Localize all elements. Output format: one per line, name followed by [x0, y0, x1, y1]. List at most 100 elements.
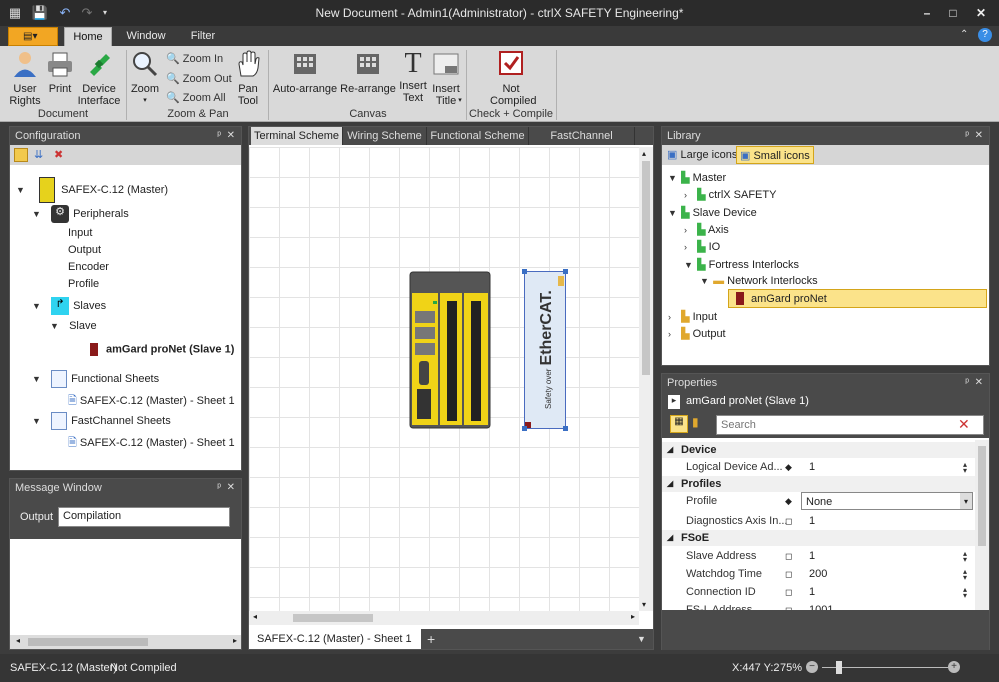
spinner-icon[interactable]: ▴ ▾ [963, 461, 967, 475]
prop-connection-id[interactable]: Connection ID ◻ 1 ▴ ▾ [662, 583, 989, 601]
collapse-arrow-icon[interactable]: ◢ [667, 442, 673, 458]
zoom-slider-thumb[interactable] [836, 661, 842, 674]
zoom-out-button[interactable]: 🔍 Zoom Out [166, 72, 232, 85]
pin-close-icons[interactable]: ᵖ ✕ [965, 127, 983, 145]
large-icons-button[interactable]: ▣ Large icons [664, 147, 740, 163]
lib-master[interactable]: ▼ ▙ Master [668, 171, 726, 184]
file-menu-button[interactable]: ▤▾ [8, 27, 58, 46]
collapse-arrow-icon[interactable]: ▼ [684, 260, 694, 270]
expand-arrow-icon[interactable]: › [684, 242, 694, 252]
scroll-down-icon[interactable]: ▾ [642, 600, 646, 609]
categorized-view-icon[interactable]: ▦ [670, 415, 688, 433]
spinner-icon[interactable]: ▴ ▾ [963, 586, 967, 600]
zoom-button[interactable]: Zoom ▾ [129, 50, 161, 107]
user-rights-button[interactable]: User Rights [6, 50, 44, 107]
collapse-arrow-icon[interactable]: ▼ [668, 208, 678, 218]
tool-icon-3[interactable]: ✖ [54, 148, 68, 162]
tab-functional-scheme[interactable]: Functional Scheme [427, 127, 529, 145]
scroll-thumb[interactable] [978, 446, 986, 546]
scroll-thumb[interactable] [293, 614, 373, 622]
category-fsoe[interactable]: ◢ FSoE [662, 530, 975, 546]
tree-peripherals[interactable]: ▼ ⚙ Peripherals [32, 205, 129, 223]
insert-text-button[interactable]: T Insert Text [398, 50, 428, 105]
resize-handle[interactable] [522, 426, 527, 431]
tree-functional-sheets[interactable]: ▼ Functional Sheets [32, 370, 159, 388]
lib-fortress[interactable]: ▼ ▙ Fortress Interlocks [684, 258, 799, 271]
lib-network[interactable]: ▼ ▬ Network Interlocks [700, 275, 818, 287]
zoom-in-button[interactable]: 🔍 Zoom In [166, 52, 223, 65]
prop-profile[interactable]: Profile ◆ None ▾ [662, 492, 989, 510]
collapse-arrow-icon[interactable]: ◢ [667, 476, 673, 492]
horizontal-scrollbar[interactable]: ◂ ▸ [10, 635, 241, 649]
output-select[interactable]: Compilation [58, 507, 230, 527]
pan-tool-button[interactable]: Pan Tool [232, 50, 264, 107]
tree-fastchannel-sheet[interactable]: 🗎 SAFEX-C.12 (Master) - Sheet 1 [68, 434, 235, 453]
tree-slaves[interactable]: ▼ ↱ Slaves [32, 297, 106, 315]
pin-close-icons[interactable]: ᵖ ✕ [965, 374, 983, 392]
vertical-scrollbar[interactable]: ▴ ▾ [639, 147, 653, 611]
auto-arrange-button[interactable]: Auto-arrange [272, 50, 338, 95]
collapse-arrow-icon[interactable]: ▼ [32, 416, 42, 426]
tab-window[interactable]: Window [118, 27, 174, 46]
scroll-left-icon[interactable]: ◂ [253, 612, 257, 621]
lib-slave-device[interactable]: ▼ ▙ Slave Device [668, 206, 757, 219]
collapse-arrow-icon[interactable]: ▼ [16, 185, 26, 195]
collapse-arrow-icon[interactable]: ▼ [700, 276, 710, 286]
pin-close-icons[interactable]: ᵖ ✕ [217, 479, 235, 497]
collapse-arrow-icon[interactable]: ◢ [667, 530, 673, 546]
sheet-menu-icon[interactable]: ▼ [637, 629, 649, 649]
maximize-button[interactable]: □ [940, 2, 966, 24]
profile-select[interactable]: None [801, 492, 973, 510]
resize-handle[interactable] [563, 269, 568, 274]
minimize-button[interactable]: – [914, 2, 940, 24]
collapse-ribbon-icon[interactable]: ⌃ [960, 29, 974, 43]
scheme-canvas[interactable]: Safety over EtherCAT. [249, 147, 639, 611]
prop-slave-address[interactable]: Slave Address ◻ 1 ▴ ▾ [662, 547, 989, 565]
horizontal-scrollbar[interactable]: ◂ ▸ [249, 611, 639, 625]
tree-item-encoder[interactable]: Encoder [68, 261, 109, 273]
compile-button[interactable]: Not Compiled [478, 50, 544, 107]
re-arrange-button[interactable]: Re-arrange [340, 50, 396, 95]
zoom-all-button[interactable]: 🔍 Zoom All [166, 91, 226, 104]
prop-fs-address[interactable]: FS-L Address ◻ 1001 [662, 601, 989, 610]
expand-arrow-icon[interactable]: › [684, 190, 694, 200]
tree-root[interactable]: ▼ SAFEX-C.12 (Master) [16, 177, 168, 203]
vertical-scrollbar[interactable] [975, 440, 989, 610]
collapse-arrow-icon[interactable]: ▼ [32, 209, 42, 219]
tab-filter[interactable]: Filter [180, 27, 226, 46]
tool-icon-1[interactable] [14, 148, 28, 162]
tab-home[interactable]: Home [64, 27, 112, 46]
tab-terminal-scheme[interactable]: Terminal Scheme [251, 127, 343, 145]
small-icons-button[interactable]: ▣ Small icons [736, 146, 814, 164]
lib-input[interactable]: › ▙ Input [668, 310, 717, 323]
help-icon[interactable]: ? [978, 28, 992, 42]
close-button[interactable]: ✕ [968, 2, 994, 24]
lib-output[interactable]: › ▙ Output [668, 327, 726, 340]
collapse-arrow-icon[interactable]: ▼ [32, 301, 42, 311]
collapse-arrow-icon[interactable]: ▼ [668, 173, 678, 183]
tree-slave-device[interactable]: amGard proNet (Slave 1) [90, 343, 234, 356]
device-interface-button[interactable]: Device Interface [76, 50, 122, 107]
tab-fastchannel-scheme[interactable]: FastChannel Scheme [529, 127, 635, 160]
zoom-out-icon[interactable]: − [806, 661, 818, 673]
lib-axis[interactable]: › ▙ Axis [684, 223, 729, 236]
spinner-icon[interactable]: ▴ ▾ [963, 550, 967, 564]
safex-controller-module[interactable] [409, 271, 491, 429]
tree-slave[interactable]: ▼ Slave [50, 320, 97, 332]
prop-diagnostics[interactable]: Diagnostics Axis In... ◻ 1 [662, 512, 989, 530]
tree-item-input[interactable]: Input [68, 227, 92, 239]
collapse-arrow-icon[interactable]: ▼ [50, 321, 60, 331]
expand-arrow-icon[interactable]: › [684, 225, 694, 235]
print-button[interactable]: Print [44, 50, 76, 95]
lib-ctrlx[interactable]: › ▙ ctrlX SAFETY [684, 188, 776, 201]
category-device[interactable]: ◢ Device [662, 442, 975, 458]
scroll-left-icon[interactable]: ◂ [16, 636, 20, 645]
spinner-icon[interactable]: ▴ ▾ [963, 568, 967, 582]
tree-functional-sheet[interactable]: 🗎 SAFEX-C.12 (Master) - Sheet 1 [68, 392, 235, 411]
prop-logical-device[interactable]: Logical Device Ad... ◆ 1 ▴ ▾ [662, 458, 989, 476]
pin-close-icons[interactable]: ᵖ ✕ [217, 127, 235, 145]
properties-search-input[interactable] [716, 415, 984, 435]
tree-item-output[interactable]: Output [68, 244, 101, 256]
lib-amgard[interactable]: amGard proNet [728, 289, 987, 308]
clear-search-icon[interactable]: ✕ [958, 416, 970, 433]
